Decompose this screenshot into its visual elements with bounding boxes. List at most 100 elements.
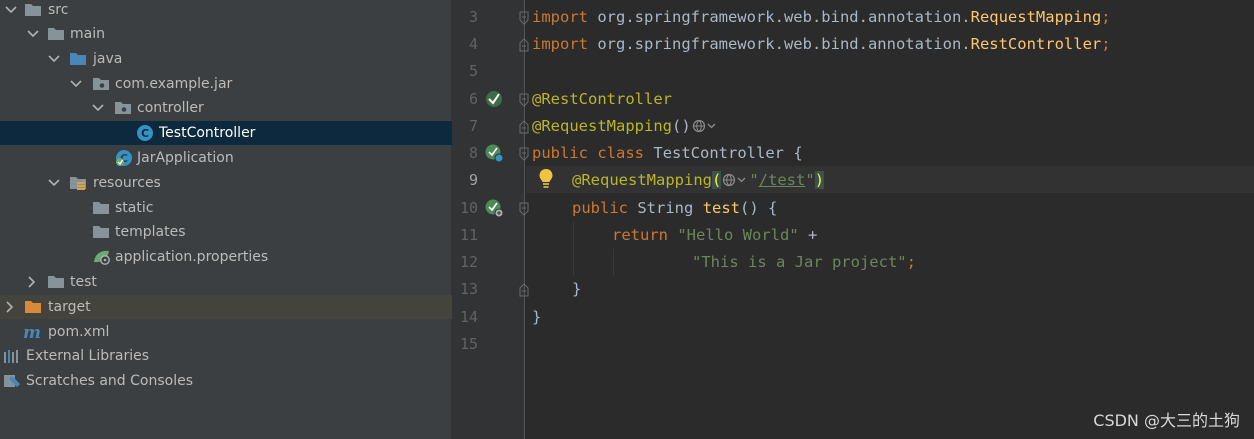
string-token: "Hello World" <box>677 226 799 244</box>
line-number: 3 <box>468 8 478 26</box>
tree-item-label: src <box>48 2 69 18</box>
spring-bean-gutter-icon[interactable] <box>484 143 504 163</box>
string-token: "This is a Jar project" <box>692 253 907 271</box>
chevron-down-icon[interactable] <box>47 171 61 195</box>
tree-item-test[interactable]: test <box>0 270 452 294</box>
project-tree: src main java com.example.jar controller <box>0 0 452 439</box>
keyword-token: public <box>532 144 588 162</box>
svg-text:m: m <box>23 324 41 340</box>
keyword-token: public <box>572 199 628 217</box>
tree-item-pom-xml[interactable]: m pom.xml <box>0 320 452 344</box>
tree-item-jar-application[interactable]: C JarApplication <box>0 146 452 170</box>
keyword-token: class <box>597 144 645 162</box>
tree-item-application-properties[interactable]: application.properties <box>0 245 452 269</box>
semicolon-token: ; <box>1101 8 1111 26</box>
fold-marker-icon[interactable] <box>518 11 530 25</box>
libraries-icon <box>4 350 18 363</box>
code-editor[interactable]: 3 4 5 6 7 8 9 10 11 12 13 14 15 import o… <box>452 0 1254 439</box>
package-token: org.springframework.web.bind.annotation. <box>588 8 971 26</box>
code-line-12[interactable]: "This is a Jar project"; <box>692 249 916 276</box>
scratches-icon <box>4 375 20 387</box>
folder-icon <box>93 202 109 214</box>
tree-item-templates[interactable]: templates <box>0 220 452 244</box>
source-folder-icon <box>70 53 86 65</box>
chevron-down-icon[interactable] <box>69 72 83 96</box>
tree-item-label: Scratches and Consoles <box>26 373 193 389</box>
line-number: 12 <box>459 253 478 271</box>
method-name-token: test <box>702 199 741 217</box>
line-number: 15 <box>459 335 478 353</box>
tree-item-resources[interactable]: resources <box>0 171 452 195</box>
url-path-link[interactable]: /test <box>759 171 806 189</box>
fold-marker-icon[interactable] <box>518 147 530 161</box>
url-inlay-globe-icon[interactable] <box>722 172 748 188</box>
url-inlay-globe-icon[interactable] <box>692 118 718 134</box>
matched-paren-token: ) <box>814 171 825 189</box>
line-number-current: 9 <box>468 171 478 189</box>
paren-token: () <box>671 117 691 135</box>
code-line-8[interactable]: public class TestController { <box>532 140 803 167</box>
tree-item-label: java <box>93 51 123 67</box>
tree-item-label: TestController <box>159 125 256 141</box>
tree-item-label: test <box>70 274 97 290</box>
fold-marker-icon[interactable] <box>518 120 530 134</box>
ide-window: src main java com.example.jar controller <box>0 0 1254 439</box>
editor-gutter[interactable]: 3 4 5 6 7 8 9 10 11 12 13 14 15 <box>452 0 529 439</box>
fold-marker-icon[interactable] <box>518 38 530 52</box>
chevron-down-icon[interactable] <box>91 96 105 120</box>
line-number: 11 <box>459 226 478 244</box>
code-line-9[interactable]: @RequestMapping("/test") <box>572 167 825 194</box>
annotation-token: @RequestMapping <box>532 117 672 135</box>
code-line-13[interactable]: } <box>572 276 581 303</box>
tree-item-label: pom.xml <box>48 324 110 340</box>
annotation-token: @RequestMapping <box>572 171 712 189</box>
tree-item-src[interactable]: src <box>0 0 452 22</box>
tree-item-test-controller[interactable]: C TestController <box>0 121 452 145</box>
line-number: 10 <box>459 199 478 217</box>
fold-marker-icon[interactable] <box>518 283 530 297</box>
tree-item-main[interactable]: main <box>0 22 452 46</box>
tree-item-java[interactable]: java <box>0 47 452 71</box>
tree-item-label: com.example.jar <box>115 76 233 92</box>
chevron-down-icon[interactable] <box>47 47 61 71</box>
semicolon-token: ; <box>906 253 916 271</box>
keyword-token: import <box>532 8 588 26</box>
code-line-6[interactable]: @RestController <box>532 86 672 113</box>
tree-item-com-example-jar[interactable]: com.example.jar <box>0 72 452 96</box>
class-icon: C <box>137 125 153 141</box>
tree-item-label: templates <box>115 224 186 240</box>
spring-bean-gutter-icon[interactable] <box>484 89 504 109</box>
tree-item-controller[interactable]: controller <box>0 96 452 120</box>
request-mapping-gutter-icon[interactable] <box>484 198 504 218</box>
code-line-14[interactable]: } <box>532 304 541 331</box>
code-line-7[interactable]: @RequestMapping() <box>532 113 719 140</box>
excluded-folder-icon <box>25 301 41 313</box>
class-token: RequestMapping <box>970 8 1102 26</box>
signature-token: () { <box>740 199 778 217</box>
fold-marker-icon[interactable] <box>518 202 530 216</box>
package-icon <box>93 78 109 90</box>
spring-boot-class-icon: C <box>116 150 132 166</box>
line-number: 13 <box>459 280 478 298</box>
tree-item-label: static <box>115 200 154 216</box>
code-line-11[interactable]: return "Hello World" + <box>612 222 817 249</box>
matched-paren-token: ( <box>711 171 722 189</box>
chevron-right-icon[interactable] <box>24 270 38 294</box>
intention-bulb-icon[interactable] <box>538 168 554 190</box>
tree-item-label: controller <box>137 100 204 116</box>
code-line-4[interactable]: import org.springframework.web.bind.anno… <box>532 31 1111 58</box>
line-number: 4 <box>468 35 478 53</box>
tree-item-scratches-and-consoles[interactable]: Scratches and Consoles <box>0 369 452 393</box>
brace-token: { <box>793 144 803 162</box>
keyword-token: return <box>612 226 668 244</box>
tree-item-external-libraries[interactable]: External Libraries <box>0 344 452 368</box>
tree-item-target[interactable]: target <box>0 295 452 319</box>
code-line-10[interactable]: public String test() { <box>572 195 777 222</box>
chevron-down-icon[interactable] <box>4 0 18 22</box>
indent-guide <box>573 222 574 276</box>
chevron-right-icon[interactable] <box>2 295 16 319</box>
tree-item-static[interactable]: static <box>0 196 452 220</box>
code-line-3[interactable]: import org.springframework.web.bind.anno… <box>532 4 1111 31</box>
chevron-down-icon[interactable] <box>26 22 40 46</box>
fold-marker-icon[interactable] <box>518 93 530 107</box>
